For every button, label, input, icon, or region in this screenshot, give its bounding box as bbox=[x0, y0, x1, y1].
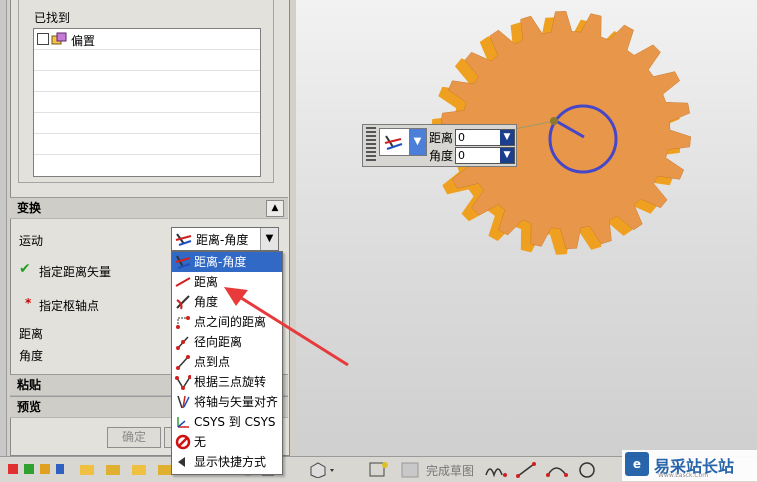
motion-label: 运动 bbox=[19, 234, 44, 248]
dropdown-item-label: 显示快捷方式 bbox=[194, 455, 267, 469]
offset-feature-icon bbox=[51, 32, 67, 49]
circle-icon[interactable] bbox=[576, 461, 598, 478]
three-point-rotate-icon bbox=[175, 374, 192, 390]
graphics-viewport[interactable] bbox=[296, 0, 757, 456]
float-distance-label: 距离 bbox=[429, 131, 454, 145]
gear-model[interactable] bbox=[296, 0, 757, 456]
cube-view-icon[interactable] bbox=[308, 461, 338, 479]
angle-label: 角度 bbox=[19, 349, 44, 363]
float-angle-label: 角度 bbox=[429, 149, 454, 163]
vector-label: 指定距离矢量 bbox=[39, 265, 112, 279]
check-icon: ✔ bbox=[19, 261, 31, 277]
dropdown-item-label: 将轴与矢量对齐 bbox=[194, 395, 279, 409]
floating-input-box[interactable]: ▼ 距离 0 ▼ 角度 0 ▼ bbox=[362, 124, 517, 167]
dropdown-item-none[interactable]: 无 bbox=[172, 432, 282, 452]
finish-sketch-icon[interactable] bbox=[400, 461, 422, 478]
handle-point[interactable] bbox=[550, 117, 558, 125]
dropdown-item-three-point-rotate[interactable]: 根据三点旋转 bbox=[172, 372, 282, 392]
list-row-empty bbox=[34, 92, 260, 113]
dropdown-item-label: 点到点 bbox=[194, 355, 231, 369]
watermark-icon: e bbox=[625, 452, 649, 476]
spin-down-icon[interactable]: ▼ bbox=[500, 148, 514, 163]
dropdown-item-label: 距离 bbox=[194, 275, 219, 289]
distance-angle-icon bbox=[175, 254, 191, 270]
list-item-label: 偏置 bbox=[71, 34, 96, 48]
dropdown-item-show-shortcuts[interactable]: 显示快捷方式 bbox=[172, 452, 282, 472]
watermark-logo: e 易采站长站 Www.Easck.Com bbox=[622, 450, 757, 481]
list-item[interactable]: 偏置 bbox=[34, 29, 260, 50]
distance-icon bbox=[175, 274, 191, 290]
drag-grip-icon[interactable] bbox=[366, 127, 376, 163]
csys-icon bbox=[175, 414, 191, 430]
radial-distance-icon bbox=[175, 334, 191, 350]
spin-down-icon[interactable]: ▼ bbox=[500, 130, 514, 145]
feature-icon[interactable] bbox=[78, 461, 178, 478]
distance-label: 距离 bbox=[19, 327, 44, 341]
transform-section-header[interactable]: 变换 ▲ bbox=[10, 197, 288, 219]
dropdown-item-label: 径向距离 bbox=[194, 335, 243, 349]
motion-select-value: 距离-角度 bbox=[196, 233, 249, 247]
float-distance-field[interactable]: 0 ▼ bbox=[455, 129, 515, 146]
found-list[interactable]: 偏置 bbox=[33, 28, 261, 177]
found-label: 已找到 bbox=[34, 11, 71, 25]
chevron-down-icon[interactable]: ▼ bbox=[260, 228, 278, 250]
chevron-down-icon[interactable]: ▼ bbox=[409, 129, 426, 155]
line-icon[interactable] bbox=[516, 461, 538, 478]
arc-icon[interactable] bbox=[546, 461, 570, 478]
list-row-empty bbox=[34, 134, 260, 155]
dropdown-item-point-distance[interactable]: 点之间的距离 bbox=[172, 312, 282, 332]
sketch-icon[interactable] bbox=[368, 461, 392, 478]
motion-dropdown-list[interactable]: 距离-角度 距离 角度 点之间的距离 径向距离 点到点 根据三点旋转 将轴与矢量… bbox=[171, 251, 283, 475]
list-row-empty bbox=[34, 113, 260, 134]
snap-icon[interactable] bbox=[6, 461, 66, 478]
dropdown-item-radial-distance[interactable]: 径向距离 bbox=[172, 332, 282, 352]
float-angle-value: 0 bbox=[458, 149, 465, 162]
dropdown-item-align-axis[interactable]: 将轴与矢量对齐 bbox=[172, 392, 282, 412]
dropdown-item-distance[interactable]: 距离 bbox=[172, 272, 282, 292]
dropdown-item-label: 距离-角度 bbox=[194, 255, 247, 269]
float-distance-value: 0 bbox=[458, 131, 465, 144]
list-row-empty bbox=[34, 155, 260, 175]
item-checkbox[interactable] bbox=[37, 33, 49, 45]
dialog-edge bbox=[0, 0, 7, 481]
angle-icon bbox=[175, 294, 191, 310]
ok-button[interactable]: 确定 bbox=[107, 427, 161, 448]
dropdown-item-csys[interactable]: CSYS 到 CSYS bbox=[172, 412, 282, 432]
distance-angle-icon bbox=[175, 231, 193, 250]
transform-section-title: 变换 bbox=[17, 201, 42, 215]
float-angle-field[interactable]: 0 ▼ bbox=[455, 147, 515, 164]
watermark-sub: Www.Easck.Com bbox=[658, 472, 709, 479]
preview-section-title: 预览 bbox=[17, 400, 42, 414]
motion-mode-button[interactable]: ▼ bbox=[379, 128, 427, 156]
finish-sketch-label[interactable]: 完成草图 bbox=[426, 462, 474, 479]
shortcut-icon bbox=[175, 454, 191, 470]
required-asterisk-icon: * bbox=[25, 296, 32, 310]
collapse-up-icon[interactable]: ▲ bbox=[266, 200, 284, 217]
pivot-label: 指定枢轴点 bbox=[39, 299, 100, 313]
none-icon bbox=[175, 434, 191, 450]
dropdown-item-label: 无 bbox=[194, 435, 207, 449]
dropdown-item-point-to-point[interactable]: 点到点 bbox=[172, 352, 282, 372]
list-row-empty bbox=[34, 50, 260, 71]
profile-icon[interactable] bbox=[484, 461, 510, 478]
dropdown-item-distance-angle[interactable]: 距离-角度 bbox=[172, 252, 282, 272]
dropdown-item-label: CSYS 到 CSYS bbox=[194, 415, 276, 429]
dropdown-item-label: 点之间的距离 bbox=[194, 315, 267, 329]
dropdown-item-label: 根据三点旋转 bbox=[194, 375, 267, 389]
point-distance-icon bbox=[175, 314, 191, 330]
point-to-point-icon bbox=[175, 354, 191, 370]
align-axis-icon bbox=[175, 394, 191, 410]
motion-select[interactable]: 距离-角度 ▼ bbox=[171, 227, 279, 251]
distance-angle-icon bbox=[383, 133, 405, 154]
list-row-empty bbox=[34, 71, 260, 92]
paste-section-title: 粘贴 bbox=[17, 378, 42, 392]
dropdown-item-label: 角度 bbox=[194, 295, 219, 309]
dropdown-item-angle[interactable]: 角度 bbox=[172, 292, 282, 312]
